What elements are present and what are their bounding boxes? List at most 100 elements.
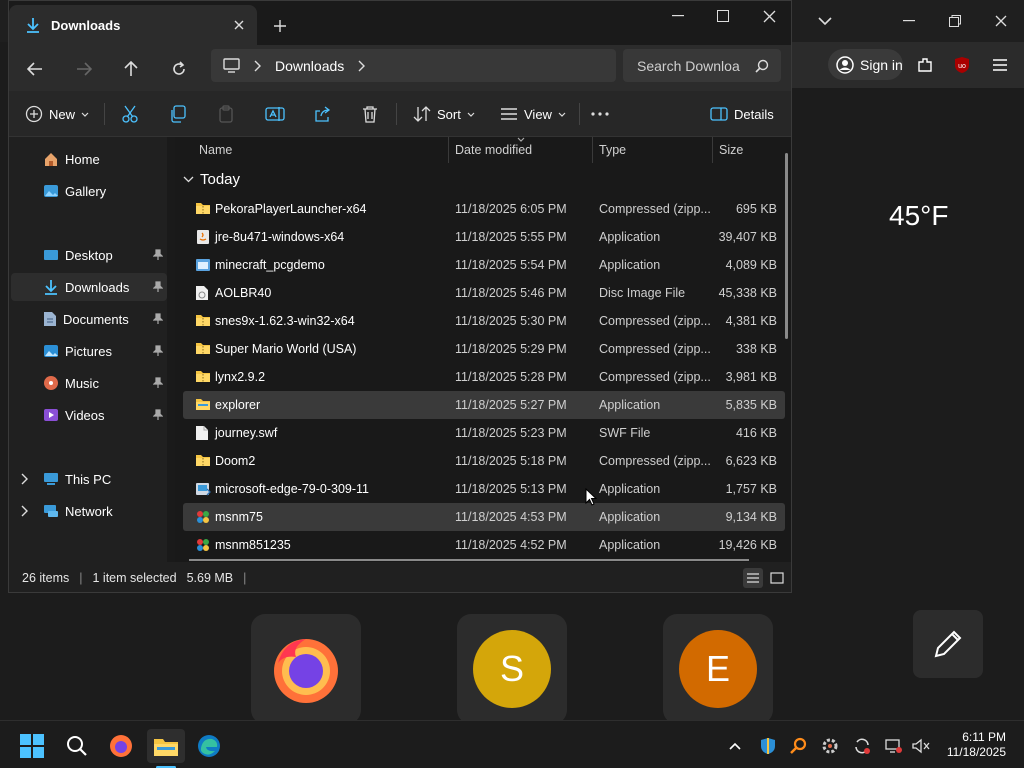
column-header-date[interactable]: Date modified xyxy=(455,143,532,157)
pane-divider[interactable] xyxy=(167,137,175,562)
file-row[interactable]: jre-8u471-windows-x64 11/18/2025 5:55 PM A… xyxy=(183,223,785,251)
column-divider[interactable] xyxy=(712,137,713,163)
browser-restore-button[interactable] xyxy=(940,8,970,34)
sidebar-item-music[interactable]: Music xyxy=(11,369,167,397)
maximize-button[interactable] xyxy=(708,3,738,29)
rename-button[interactable] xyxy=(265,100,285,128)
shortcut-e[interactable]: E xyxy=(663,614,773,724)
shortcut-s[interactable]: S xyxy=(457,614,567,724)
tray-defender[interactable] xyxy=(751,729,785,763)
cut-button[interactable] xyxy=(121,100,139,128)
sidebar-item-documents[interactable]: Documents xyxy=(11,305,167,333)
tray-search-tool[interactable] xyxy=(781,729,815,763)
column-divider[interactable] xyxy=(592,137,593,163)
tab-downloads[interactable]: Downloads xyxy=(9,5,257,45)
column-divider[interactable] xyxy=(448,137,449,163)
group-header-today[interactable]: Today xyxy=(183,171,240,188)
vertical-scrollbar[interactable] xyxy=(785,153,788,339)
extensions-icon[interactable] xyxy=(910,52,940,78)
new-tab-icon[interactable] xyxy=(269,15,291,37)
file-row[interactable]: snes9x-1.62.3-win32-x64 11/18/2025 5:30 P… xyxy=(183,307,785,335)
pin-icon[interactable] xyxy=(153,281,163,293)
shortcut-firefox[interactable] xyxy=(251,614,361,724)
show-hidden-icons[interactable] xyxy=(718,729,752,763)
menu-icon[interactable] xyxy=(985,52,1015,78)
edit-shortcuts-button[interactable] xyxy=(913,610,983,678)
taskbar-firefox[interactable] xyxy=(104,729,138,763)
refresh-button[interactable] xyxy=(163,53,195,85)
details-view-icon[interactable] xyxy=(743,568,763,588)
sidebar-item-gallery[interactable]: Gallery xyxy=(11,177,167,205)
pin-icon[interactable] xyxy=(153,249,163,261)
tray-settings[interactable] xyxy=(813,729,847,763)
ublock-origin-icon[interactable]: uo xyxy=(947,52,977,78)
close-tab-icon[interactable] xyxy=(229,15,249,35)
sidebar-item-desktop[interactable]: Desktop xyxy=(11,241,167,269)
taskbar-file-explorer[interactable] xyxy=(147,729,185,763)
column-header-name[interactable]: Name xyxy=(199,143,232,157)
sidebar-item-home[interactable]: Home xyxy=(11,145,167,173)
sidebar-item-pictures[interactable]: Pictures xyxy=(11,337,167,365)
file-row[interactable]: Super Mario World (USA) 11/18/2025 5:29 P… xyxy=(183,335,785,363)
svg-text:uo: uo xyxy=(958,63,966,70)
file-row[interactable]: microsoft-edge-79-0-309-11 11/18/2025 5:1… xyxy=(183,475,785,503)
horizontal-scrollbar[interactable] xyxy=(189,559,749,561)
tab-list-button[interactable] xyxy=(810,8,840,34)
up-button[interactable] xyxy=(115,53,147,85)
forward-button[interactable] xyxy=(68,53,100,85)
file-row[interactable]: minecraft_pcgdemo 11/18/2025 5:54 PM Appli… xyxy=(183,251,785,279)
file-row[interactable]: journey.swf 11/18/2025 5:23 PM SWF File 416… xyxy=(183,419,785,447)
search-input[interactable]: Search Downloa xyxy=(623,49,781,82)
sidebar-item-downloads[interactable]: Downloads xyxy=(11,273,167,301)
chevron-right-icon[interactable] xyxy=(21,473,28,485)
view-button[interactable]: View xyxy=(500,100,566,128)
start-button[interactable] xyxy=(15,729,49,763)
pin-icon[interactable] xyxy=(153,345,163,357)
details-label: Details xyxy=(734,106,774,122)
file-row[interactable]: explorer 11/18/2025 5:27 PM Application 5,8… xyxy=(183,391,785,419)
file-row[interactable]: AOLBR40 11/18/2025 5:46 PM Disc Image File… xyxy=(183,279,785,307)
browser-close-button[interactable] xyxy=(986,8,1016,34)
file-row[interactable]: msnm851235 11/18/2025 4:52 PM Application 1… xyxy=(183,531,785,559)
file-date: 11/18/2025 4:52 PM xyxy=(455,538,567,552)
back-button[interactable] xyxy=(19,53,51,85)
file-name: AOLBR40 xyxy=(215,286,272,300)
browser-minimize-button[interactable] xyxy=(894,8,924,34)
copy-button[interactable] xyxy=(169,100,187,128)
chevron-right-icon[interactable] xyxy=(21,505,28,517)
column-header-size[interactable]: Size xyxy=(719,143,743,157)
sidebar-item-this-pc[interactable]: This PC xyxy=(11,465,167,493)
sign-in-button[interactable]: Sign in xyxy=(828,49,903,80)
file-row[interactable]: lynx2.9.2 11/18/2025 5:28 PM Compressed (z… xyxy=(183,363,785,391)
minimize-button[interactable] xyxy=(663,3,693,29)
pin-icon[interactable] xyxy=(153,377,163,389)
column-header-type[interactable]: Type xyxy=(599,143,626,157)
tray-sync[interactable] xyxy=(845,729,879,763)
sort-button[interactable]: Sort xyxy=(413,100,475,128)
pin-icon[interactable] xyxy=(153,409,163,421)
share-button[interactable] xyxy=(313,100,331,128)
tiles-view-icon[interactable] xyxy=(767,568,787,588)
close-button[interactable] xyxy=(754,3,784,29)
taskbar-edge[interactable] xyxy=(192,729,226,763)
paste-button[interactable] xyxy=(217,100,235,128)
chevron-right-icon[interactable] xyxy=(358,60,366,72)
sidebar-item-network[interactable]: Network xyxy=(11,497,167,525)
chevron-down-icon xyxy=(467,112,475,117)
pin-icon[interactable] xyxy=(153,313,163,325)
delete-button[interactable] xyxy=(361,100,379,128)
new-button[interactable]: New xyxy=(25,100,89,128)
sidebar-item-videos[interactable]: Videos xyxy=(11,401,167,429)
details-button[interactable]: Details xyxy=(710,100,774,128)
file-row[interactable]: Doom2 11/18/2025 5:18 PM Compressed (zipp.… xyxy=(183,447,785,475)
file-row[interactable]: PekoraPlayerLauncher-x64 11/18/2025 6:05 … xyxy=(183,195,785,223)
breadcrumb[interactable]: Downloads xyxy=(275,58,344,74)
search-button[interactable] xyxy=(60,729,94,763)
address-bar[interactable]: Downloads xyxy=(211,49,616,82)
file-type: SWF File xyxy=(599,426,651,440)
taskbar-clock[interactable]: 6:11 PM 11/18/2025 xyxy=(936,730,1006,760)
file-row[interactable]: msnm75 11/18/2025 4:53 PM Application 9,134… xyxy=(183,503,785,531)
sort-label: Sort xyxy=(437,106,461,122)
more-options-button[interactable] xyxy=(591,100,609,128)
tray-volume[interactable] xyxy=(904,729,938,763)
